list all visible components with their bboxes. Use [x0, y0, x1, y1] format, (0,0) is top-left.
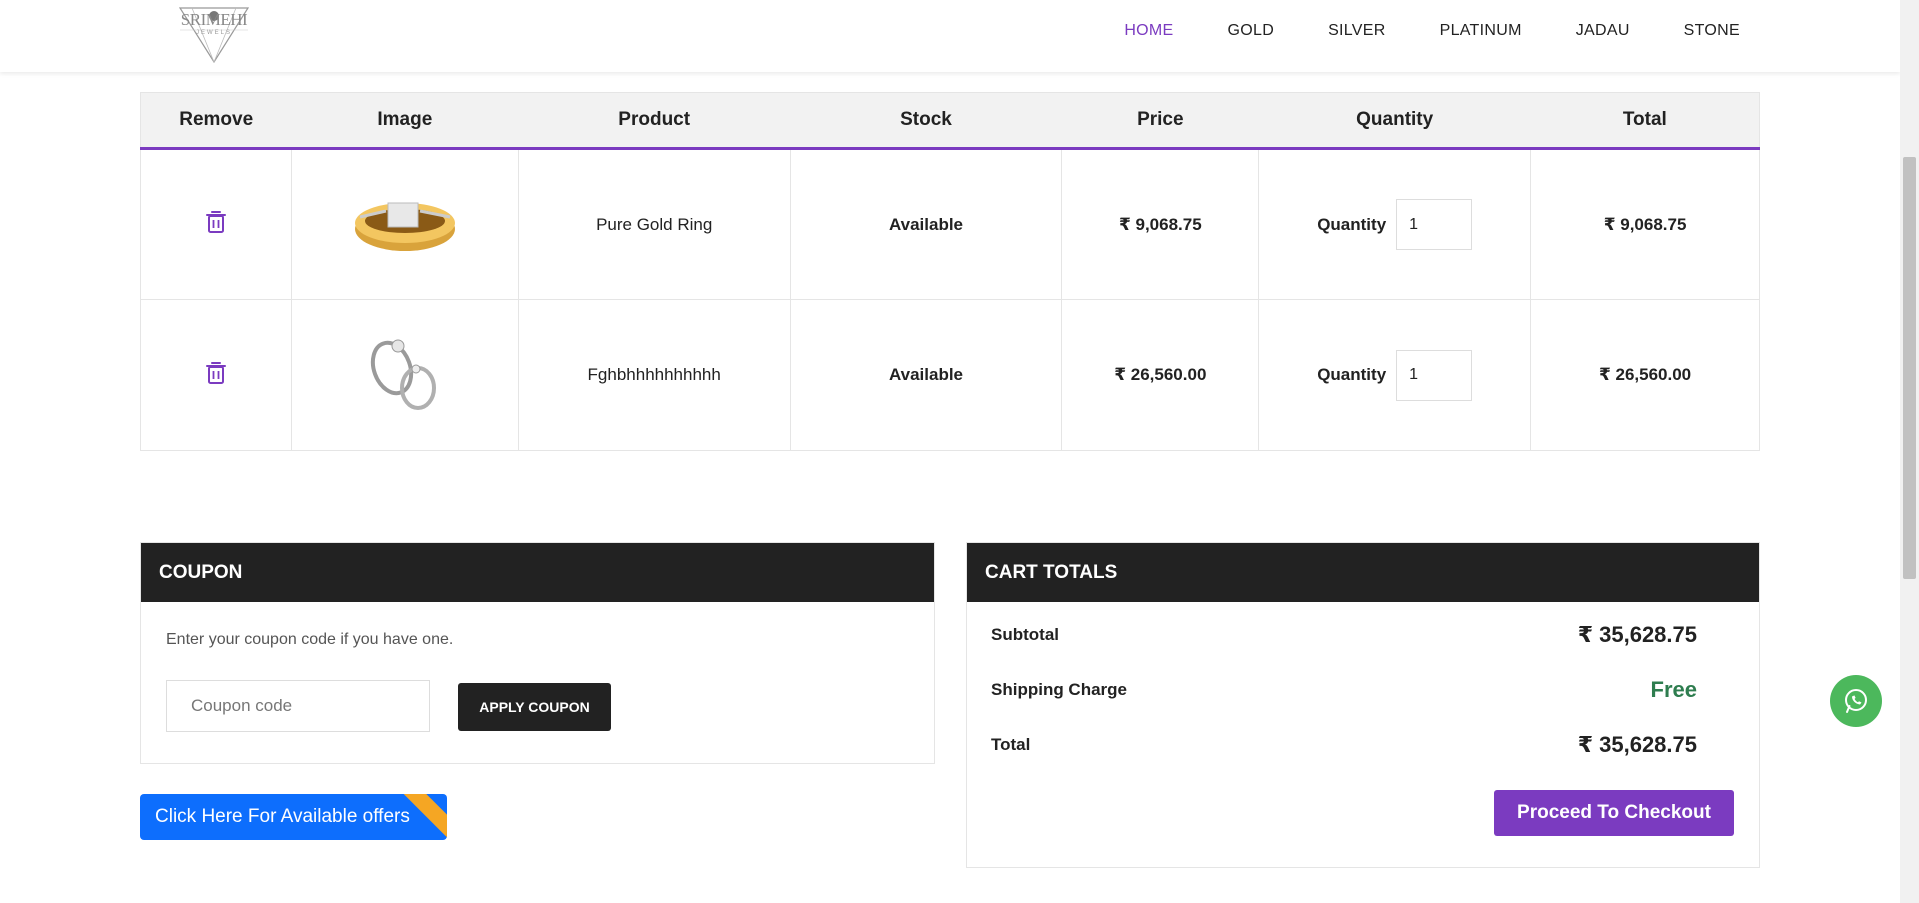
total-label: Total	[991, 735, 1031, 754]
nav-gold[interactable]: GOLD	[1228, 22, 1275, 40]
row-total: ₹ 26,560.00	[1530, 299, 1760, 451]
offers-label: Click Here For Available offers	[155, 806, 410, 827]
stock-status: Available	[789, 299, 1063, 451]
brand-logo[interactable]: SRIMEHI JEWELS	[174, 0, 254, 66]
nav-platinum[interactable]: PLATINUM	[1440, 22, 1522, 40]
header-image: Image	[291, 92, 519, 150]
header-remove: Remove	[140, 92, 292, 150]
coupon-description: Enter your coupon code if you have one.	[166, 631, 454, 648]
cart-table: Remove Image Product Stock Price Quantit…	[140, 92, 1760, 451]
table-row: Fghbhhhhhhhhhh Available ₹ 26,560.00 Qua…	[140, 299, 1760, 451]
price: ₹ 9,068.75	[1061, 148, 1260, 300]
quantity-label: Quantity	[1317, 214, 1387, 234]
nav-silver[interactable]: SILVER	[1328, 22, 1386, 40]
header-price: Price	[1061, 92, 1259, 150]
total-row: Total ₹ 35,628.75	[991, 732, 1697, 758]
product-name[interactable]: Fghbhhhhhhhhhh	[517, 299, 791, 451]
image-cell	[290, 299, 519, 451]
nav-jadau[interactable]: JADAU	[1576, 22, 1630, 40]
brand-name: SRIMEHI	[180, 10, 248, 29]
quantity-input[interactable]	[1396, 199, 1473, 250]
product-name[interactable]: Pure Gold Ring	[517, 148, 791, 300]
cart-totals-title: CART TOTALS	[967, 543, 1759, 602]
nav-stone[interactable]: STONE	[1684, 22, 1740, 40]
subtotal-row: Subtotal ₹ 35,628.75	[991, 622, 1697, 648]
coupon-title: COUPON	[141, 543, 934, 602]
whatsapp-icon	[1845, 689, 1867, 713]
apply-coupon-button[interactable]: APPLY COUPON	[458, 683, 611, 731]
main-nav: HOME GOLD SILVER PLATINUM JADAU STONE	[1124, 0, 1740, 62]
cart-totals-panel: CART TOTALS Subtotal ₹ 35,628.75 Shippin…	[966, 542, 1760, 868]
shipping-label: Shipping Charge	[991, 680, 1127, 699]
trash-icon[interactable]	[204, 209, 228, 235]
gold-ring-image[interactable]	[350, 177, 460, 267]
trash-icon[interactable]	[204, 360, 228, 386]
scrollbar-thumb[interactable]	[1903, 157, 1916, 579]
header-stock: Stock	[790, 92, 1062, 150]
total-value: ₹ 35,628.75	[1577, 732, 1697, 757]
table-row: Pure Gold Ring Available ₹ 9,068.75 Quan…	[140, 148, 1760, 300]
image-cell	[290, 148, 519, 300]
site-header: SRIMEHI JEWELS HOME GOLD SILVER PLATINUM…	[0, 0, 1900, 72]
quantity-cell: Quantity	[1258, 299, 1532, 451]
price: ₹ 26,560.00	[1061, 299, 1260, 451]
coupon-input[interactable]	[166, 680, 430, 732]
shipping-value: Free	[1650, 677, 1697, 702]
stock-status: Available	[789, 148, 1063, 300]
header-product: Product	[518, 92, 791, 150]
shipping-row: Shipping Charge Free	[991, 677, 1697, 703]
available-offers-button[interactable]: Click Here For Available offers	[140, 794, 447, 840]
proceed-to-checkout-button[interactable]: Proceed To Checkout	[1494, 790, 1734, 836]
quantity-label: Quantity	[1317, 365, 1387, 384]
quantity-input[interactable]	[1396, 349, 1473, 401]
brand-subtitle: JEWELS	[195, 30, 232, 36]
remove-cell	[140, 299, 292, 451]
quantity-cell: Quantity	[1258, 148, 1532, 300]
remove-cell	[140, 148, 292, 300]
subtotal-value: ₹ 35,628.75	[1577, 622, 1697, 647]
whatsapp-button[interactable]	[1830, 675, 1882, 727]
header-quantity: Quantity	[1258, 92, 1531, 150]
coupon-panel: COUPON Enter your coupon code if you hav…	[140, 542, 935, 764]
table-header-row: Remove Image Product Stock Price Quantit…	[140, 92, 1760, 150]
page-scrollbar[interactable]	[1900, 0, 1919, 903]
row-total: ₹ 9,068.75	[1530, 148, 1760, 300]
subtotal-label: Subtotal	[991, 625, 1059, 644]
silver-ring-image[interactable]	[350, 328, 460, 418]
nav-home[interactable]: HOME	[1124, 22, 1173, 40]
header-total: Total	[1530, 92, 1760, 150]
